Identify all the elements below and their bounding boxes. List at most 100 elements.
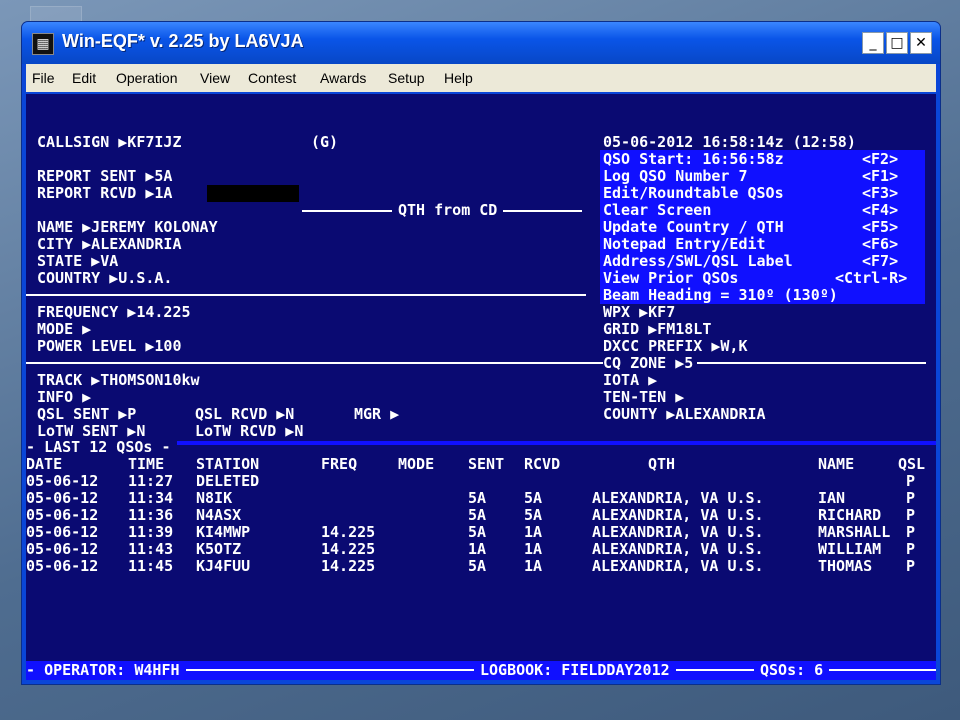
menu-view[interactable]: View	[200, 70, 230, 86]
table-cell-freq: 14.225	[321, 523, 376, 541]
table-cell-qth: ALEXANDRIA, VA U.S.	[592, 506, 764, 524]
frequency-field[interactable]: FREQUENCY ▶14.225	[37, 304, 191, 321]
menu-awards[interactable]: Awards	[320, 70, 366, 86]
section-divider	[26, 362, 586, 364]
radio-app-icon[interactable]: ▦	[32, 33, 54, 55]
col-freq[interactable]: FREQ	[321, 456, 357, 473]
ten-ten-field[interactable]: TEN-TEN ▶	[603, 389, 684, 406]
table-cell-rcvd: 1A	[524, 523, 543, 541]
report-rcvd-field[interactable]: REPORT RCVD ▶1A	[37, 185, 172, 202]
active-input-cursor[interactable]	[207, 185, 299, 202]
menu-bar: File Edit Operation View Contest Awards …	[26, 64, 936, 92]
track-field[interactable]: TRACK ▶THOMSON10kw	[37, 372, 200, 389]
table-row[interactable]: 05-06-12 11:45 KJ4FUU 14.225 5A 1A ALEXANDRIA,…	[26, 558, 936, 575]
state-field[interactable]: STATE ▶VA	[37, 253, 118, 270]
fkey-view-prior[interactable]: View Prior QSOs	[603, 270, 738, 287]
table-row[interactable]: 05-06-12 11:27 DELETED P	[26, 473, 936, 490]
app-window: ▦ Win-EQF* v. 2.25 by LA6VJA _ □ ✕ File …	[22, 22, 940, 684]
grid-field[interactable]: GRID ▶FM18LT	[603, 321, 711, 338]
table-cell-time: 11:45	[128, 557, 174, 575]
menu-help[interactable]: Help	[444, 70, 473, 86]
col-qth[interactable]: QTH	[648, 456, 675, 473]
fkey-notepad[interactable]: Notepad Entry/Edit	[603, 236, 766, 253]
table-cell-sent: 5A	[468, 523, 487, 541]
operator-text: OPERATOR: W4HFH	[44, 661, 180, 679]
qsl-rcvd-field[interactable]: QSL RCVD ▶N	[195, 406, 294, 423]
info-field[interactable]: INFO ▶	[37, 389, 91, 406]
country-field[interactable]: COUNTRY ▶U.S.A.	[37, 270, 172, 287]
fkey-edit-roundtable[interactable]: Edit/Roundtable QSOs	[603, 185, 784, 202]
minimize-button[interactable]: _	[862, 32, 884, 54]
fkey-qso-start[interactable]: QSO Start: 16:56:58z	[603, 151, 784, 168]
table-cell-name: WILLIAM	[818, 540, 882, 558]
table-cell-date: 05-06-12	[26, 489, 99, 507]
menu-operation[interactable]: Operation	[116, 70, 177, 86]
close-button[interactable]: ✕	[910, 32, 932, 54]
table-cell-rcvd: 5A	[524, 489, 543, 507]
table-cell-qth: ALEXANDRIA, VA U.S.	[592, 523, 764, 541]
table-cell-rcvd: 5A	[524, 506, 543, 524]
cq-zone-field[interactable]: CQ ZONE ▶5	[603, 355, 698, 372]
fkey-clear-screen-key: <F4>	[862, 201, 899, 219]
col-time[interactable]: TIME	[128, 456, 164, 473]
qsl-sent-field[interactable]: QSL SENT ▶P	[37, 406, 136, 423]
county-field[interactable]: COUNTY ▶ALEXANDRIA	[603, 406, 766, 423]
table-cell-time: 11:36	[128, 506, 174, 524]
callsign-field[interactable]: CALLSIGN ▶KF7IJZ	[37, 134, 182, 151]
title-bar[interactable]: ▦ Win-EQF* v. 2.25 by LA6VJA _ □ ✕	[22, 22, 940, 64]
table-cell-sent: 1A	[468, 540, 487, 558]
table-cell-date: 05-06-12	[26, 557, 99, 575]
console-screen: CALLSIGN ▶KF7IJZ (G) REPORT SENT ▶5A REP…	[26, 94, 936, 680]
operator-display: - OPERATOR: W4HFH	[26, 662, 186, 679]
fkey-address-label[interactable]: Address/SWL/QSL Label	[603, 253, 793, 270]
table-cell-rcvd: 1A	[524, 557, 543, 575]
table-cell-date: 05-06-12	[26, 540, 99, 558]
table-row[interactable]: 05-06-12 11:39 KI4MWP 14.225 5A 1A ALEXANDRIA,…	[26, 524, 936, 541]
report-sent-field[interactable]: REPORT SENT ▶5A	[37, 168, 172, 185]
menu-file[interactable]: File	[32, 70, 55, 86]
table-cell-date: 05-06-12	[26, 506, 99, 524]
col-qsl[interactable]: QSL	[898, 456, 925, 473]
log-section-title-text: LAST 12 QSOs	[44, 438, 153, 456]
fkey-update-country[interactable]: Update Country / QTH	[603, 219, 784, 236]
col-name[interactable]: NAME	[818, 456, 854, 473]
beam-heading: Beam Heading = 310º (130º)	[603, 286, 838, 304]
mode-field[interactable]: MODE ▶	[37, 321, 91, 338]
col-mode[interactable]: MODE	[398, 456, 434, 473]
menu-contest[interactable]: Contest	[248, 70, 296, 86]
table-cell-date: 05-06-12	[26, 472, 99, 490]
col-station[interactable]: STATION	[196, 456, 259, 473]
maximize-button[interactable]: □	[886, 32, 908, 54]
callsign-suffix: (G)	[311, 133, 339, 151]
table-row[interactable]: 05-06-12 11:34 N8IK 5A 5A ALEXANDRIA, VA U.S.…	[26, 490, 936, 507]
power-field[interactable]: POWER LEVEL ▶100	[37, 338, 182, 355]
mgr-field[interactable]: MGR ▶	[354, 406, 399, 423]
wpx-field: WPX ▶KF7	[603, 303, 676, 321]
qso-count-display: QSOs: 6	[754, 662, 830, 679]
table-row[interactable]: 05-06-12 11:43 K5OTZ 14.225 1A 1A ALEXANDRIA, …	[26, 541, 936, 558]
table-cell-sent: 5A	[468, 557, 487, 575]
table-cell-freq: 14.225	[321, 540, 376, 558]
col-sent[interactable]: SENT	[468, 456, 504, 473]
dxcc-field: DXCC PREFIX ▶W,K	[603, 337, 748, 355]
iota-field[interactable]: IOTA ▶	[603, 372, 657, 389]
table-cell-sent: 5A	[468, 506, 487, 524]
table-cell-station: DELETED	[196, 472, 260, 490]
col-date[interactable]: DATE	[26, 456, 62, 473]
table-cell-name: THOMAS	[818, 557, 873, 575]
table-cell-time: 11:43	[128, 540, 174, 558]
name-field[interactable]: NAME ▶JEREMY KOLONAY	[37, 219, 218, 236]
city-field[interactable]: CITY ▶ALEXANDRIA	[37, 236, 182, 253]
table-cell-freq: 14.225	[321, 557, 376, 575]
window-title: Win-EQF* v. 2.25 by LA6VJA	[62, 31, 304, 51]
lotw-rcvd-field[interactable]: LoTW RCVD ▶N	[195, 423, 303, 440]
fkey-edit-roundtable-key: <F3>	[862, 184, 899, 202]
table-cell-time: 11:27	[128, 472, 174, 490]
fkey-clear-screen[interactable]: Clear Screen	[603, 202, 711, 219]
menu-setup[interactable]: Setup	[388, 70, 425, 86]
fkey-log-qso[interactable]: Log QSO Number 7	[603, 168, 748, 185]
col-rcvd[interactable]: RCVD	[524, 456, 560, 473]
table-row[interactable]: 05-06-12 11:36 N4ASX 5A 5A ALEXANDRIA, VA U.S…	[26, 507, 936, 524]
table-cell-qth: ALEXANDRIA, VA U.S.	[592, 489, 764, 507]
menu-edit[interactable]: Edit	[72, 70, 96, 86]
